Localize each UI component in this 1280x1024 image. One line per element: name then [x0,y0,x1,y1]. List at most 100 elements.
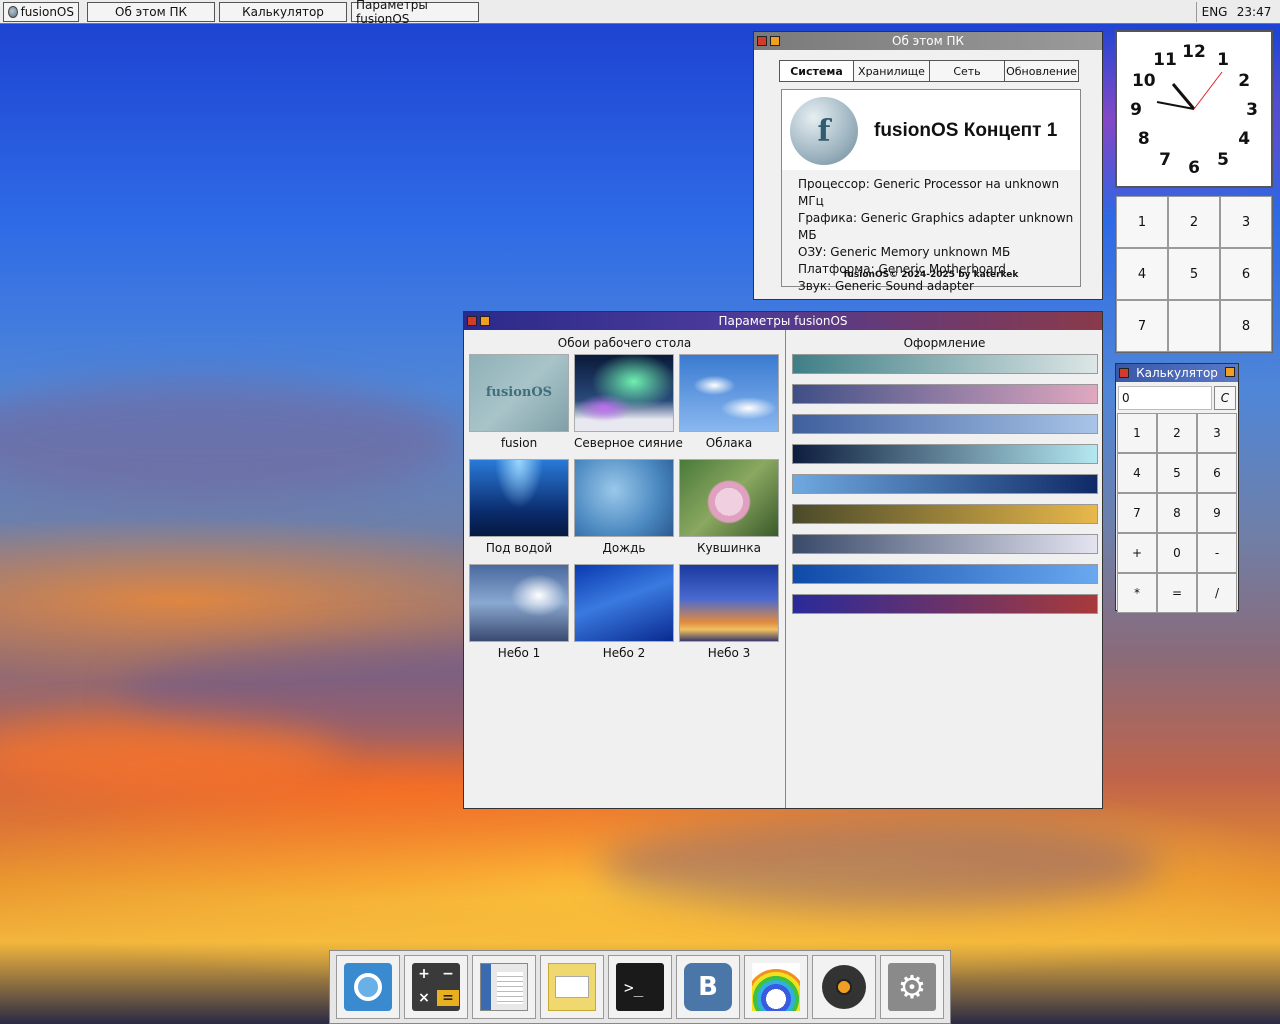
calc-key[interactable]: 9 [1197,493,1237,533]
wallpaper-thumbnail[interactable] [679,354,779,432]
settings-titlebar[interactable]: Параметры fusionOS [464,312,1102,330]
number-grid: 12345678 [1116,196,1272,352]
close-button[interactable] [757,36,767,46]
calc-key[interactable]: 6 [1197,453,1237,493]
calc-key[interactable]: - [1197,533,1237,573]
clock-number: 11 [1153,50,1177,70]
clock-number: 9 [1130,100,1142,120]
wallpaper-thumbnail[interactable] [469,564,569,642]
dock-item-terminal[interactable]: >_ [608,955,672,1019]
wallpaper-thumbnail[interactable] [574,459,674,537]
dock-item-music[interactable] [812,955,876,1019]
calculator-display[interactable]: 0 [1118,386,1212,410]
clear-button[interactable]: C [1214,386,1236,410]
start-button[interactable]: fusionOS [3,1,79,22]
wallpaper-option[interactable]: Небо 1 [469,564,569,669]
language-indicator[interactable]: ENG [1202,5,1228,19]
theme-swatch[interactable] [792,564,1098,584]
clock-number: 7 [1159,150,1171,170]
wallpaper-option[interactable]: Дождь [574,459,674,564]
dock-item-start[interactable] [336,955,400,1019]
clock-number: 6 [1188,158,1200,178]
window-title: Об этом ПК [892,34,964,48]
tab-network[interactable]: Сеть [929,60,1005,82]
about-header: f fusionOS Концепт 1 [782,90,1080,170]
fusionos-logo-icon: f [790,97,858,165]
theme-swatch[interactable] [792,354,1098,374]
wallpaper-option[interactable]: Небо 3 [679,564,779,669]
spec-ram: ОЗУ: Generic Memory unknown МБ [798,245,1011,259]
tab-storage[interactable]: Хранилище [853,60,930,82]
dock-item-text-editor[interactable] [472,955,536,1019]
about-titlebar[interactable]: Об этом ПК [754,32,1102,50]
number-tile[interactable]: 6 [1220,248,1272,300]
calc-key[interactable]: 0 [1157,533,1197,573]
wallpaper-option[interactable]: Под водой [469,459,569,564]
close-button[interactable] [467,316,477,326]
theme-swatch[interactable] [792,384,1098,404]
wallpaper-thumbnail[interactable] [679,564,779,642]
number-tile[interactable]: 3 [1220,196,1272,248]
empty-tile[interactable] [1168,300,1220,352]
number-tile[interactable]: 8 [1220,300,1272,352]
calc-key[interactable]: = [1157,573,1197,613]
top-taskbar: fusionOS Об этом ПК Калькулятор Параметр… [0,0,1280,26]
spec-gpu: Графика: Generic Graphics adapter unknow… [798,211,1074,242]
number-tile[interactable]: 7 [1116,300,1168,352]
dock-item-paint[interactable] [744,955,808,1019]
calculator-titlebar[interactable]: Калькулятор [1116,364,1238,382]
theme-swatch[interactable] [792,474,1098,494]
calc-key[interactable]: + [1117,533,1157,573]
calc-key[interactable]: 3 [1197,413,1237,453]
tab-system[interactable]: Система [779,60,854,82]
close-button[interactable] [1119,368,1129,378]
minimize-button[interactable] [1225,367,1235,377]
dock: + − × = >_ B ⚙ [329,950,951,1024]
clock-number: 3 [1246,100,1258,120]
window-title: Калькулятор [1136,366,1218,380]
clock-number: 5 [1217,150,1229,170]
calc-key[interactable]: 1 [1117,413,1157,453]
dock-item-settings[interactable]: ⚙ [880,955,944,1019]
theme-swatch[interactable] [792,414,1098,434]
system-info-panel: f fusionOS Концепт 1 Процессор: Generic … [781,89,1081,293]
minimize-button[interactable] [480,316,490,326]
dock-item-mail[interactable] [540,955,604,1019]
wallpaper-option[interactable]: Кувшинка [679,459,779,564]
calc-key[interactable]: 5 [1157,453,1197,493]
number-tile[interactable]: 2 [1168,196,1220,248]
calc-key[interactable]: * [1117,573,1157,613]
wallpaper-option[interactable]: Небо 2 [574,564,674,669]
paint-icon [752,963,800,1011]
calc-key[interactable]: / [1197,573,1237,613]
theme-swatch[interactable] [792,534,1098,554]
calc-key[interactable]: 2 [1157,413,1197,453]
theme-swatch[interactable] [792,444,1098,464]
wallpaper-thumbnail[interactable] [469,459,569,537]
wallpaper-option[interactable]: Северное сияние [574,354,683,459]
dock-item-vk[interactable]: B [676,955,740,1019]
theme-swatch[interactable] [792,504,1098,524]
dock-item-calculator[interactable]: + − × = [404,955,468,1019]
calc-key[interactable]: 8 [1157,493,1197,533]
minimize-button[interactable] [770,36,780,46]
task-settings[interactable]: Параметры fusionOS [351,0,479,26]
tab-update[interactable]: Обновление [1004,60,1079,82]
number-tile[interactable]: 4 [1116,248,1168,300]
calc-key[interactable]: 4 [1117,453,1157,493]
wallpaper-thumbnail[interactable]: fusionOS [469,354,569,432]
wallpaper-thumbnail[interactable] [679,459,779,537]
thumbnail-text: fusionOS [485,385,553,400]
wallpaper-option[interactable]: fusionOS fusion [469,354,569,459]
wallpaper-thumbnail[interactable] [574,354,674,432]
task-calculator[interactable]: Калькулятор [219,1,347,22]
number-tile[interactable]: 1 [1116,196,1168,248]
task-about-pc[interactable]: Об этом ПК [87,1,215,22]
number-tile[interactable]: 5 [1168,248,1220,300]
calculator-window: Калькулятор 0 C 1 2 3 4 5 6 7 8 9 +0- * = / [1115,363,1239,613]
theme-swatch[interactable] [792,594,1098,614]
calc-key[interactable]: 7 [1117,493,1157,533]
wallpaper-option[interactable]: Облака [679,354,779,459]
wallpaper-thumbnail[interactable] [574,564,674,642]
themes-pane: Оформление [787,330,1102,808]
